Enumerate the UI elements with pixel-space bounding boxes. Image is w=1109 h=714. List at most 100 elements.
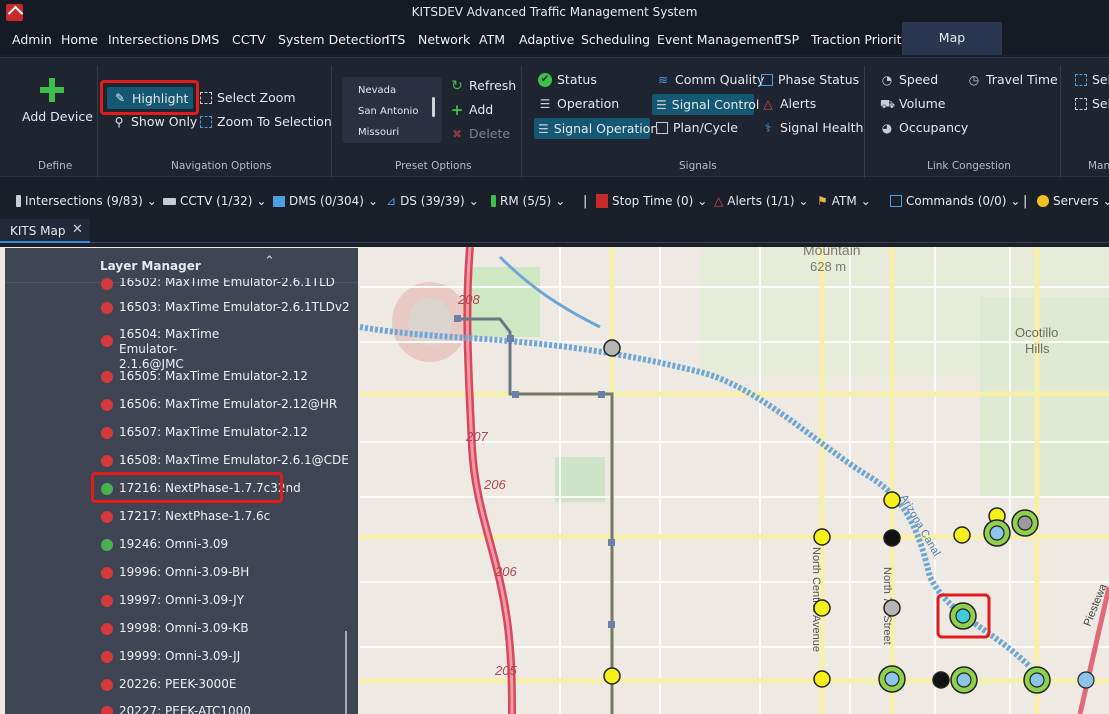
comm-quality-label: Comm Quality: [675, 72, 765, 87]
occupancy-label: Occupancy: [899, 120, 969, 135]
delete-icon: ✖: [451, 126, 463, 141]
volume-button[interactable]: ⛟ Volume: [880, 96, 946, 111]
signal-control-button[interactable]: ☰ Signal Control: [652, 94, 759, 115]
rm-dropdown[interactable]: RM (5/5) ⌄: [491, 194, 565, 208]
commands-label: Commands (0/0): [906, 194, 1007, 208]
intersection-marker[interactable]: [883, 529, 901, 547]
menu-admin[interactable]: Admin: [12, 32, 52, 47]
dms-dropdown[interactable]: DMS (0/304) ⌄: [273, 194, 378, 208]
ds-dropdown[interactable]: ⊿ DS (39/39) ⌄: [386, 194, 479, 208]
zoom-to-selection-button[interactable]: Zoom To Selection: [200, 114, 332, 129]
signal-icon: ☰: [538, 121, 549, 136]
cctv-dropdown[interactable]: CCTV (1/32) ⌄: [163, 194, 266, 208]
menu-intersections[interactable]: Intersections: [108, 32, 189, 47]
toolbar-divider: |: [1023, 194, 1028, 209]
menu-tsp[interactable]: TSP: [776, 32, 799, 47]
menu-cctv[interactable]: CCTV: [232, 32, 266, 47]
refresh-label: Refresh: [469, 78, 517, 93]
list-item[interactable]: 20227: PEEK-ATC1000: [5, 704, 358, 714]
status-button[interactable]: ✔ Status: [538, 72, 597, 87]
signal-health-button[interactable]: ⚕ Signal Health: [761, 120, 864, 135]
commands-dropdown[interactable]: Commands (0/0) ⌄: [890, 194, 1020, 208]
zoom-selection-icon: [200, 115, 212, 128]
plan-cycle-button[interactable]: Plan/Cycle: [656, 120, 738, 135]
intersection-marker[interactable]: [1077, 671, 1095, 689]
intersection-marker[interactable]: [883, 491, 901, 509]
layer-item-label: 16504: MaxTime Emulator-2.1.6@JMC: [119, 327, 220, 371]
manage-group-label: Man: [1088, 160, 1109, 172]
pie-icon: ◕: [881, 120, 893, 135]
menu-map-label: Map: [938, 30, 966, 45]
layer-manager-scrollbar[interactable]: [345, 631, 347, 714]
select-button-1[interactable]: Sel: [1075, 72, 1109, 87]
add-device-button[interactable]: Add Device: [22, 109, 93, 124]
show-only-button[interactable]: ⚲ Show Only: [112, 114, 198, 129]
layer-item-label: 16506: MaxTime Emulator-2.12@HR: [119, 397, 338, 411]
intersection-marker[interactable]: [813, 670, 831, 688]
speed-button[interactable]: ◔ Speed: [880, 72, 938, 87]
refresh-button[interactable]: ↻ Refresh: [450, 78, 516, 93]
intersection-marker[interactable]: [883, 599, 901, 617]
menu-scheduling[interactable]: Scheduling: [581, 32, 650, 47]
preset-group-label: Preset Options: [395, 160, 472, 172]
preset-list[interactable]: Nevada San Antonio Missouri: [342, 77, 442, 143]
operation-button[interactable]: ☰ Operation: [538, 96, 620, 111]
signal-icon: ☰: [656, 97, 667, 112]
signal-operation-label: Signal Operation: [553, 121, 659, 136]
ribbon-divider: [331, 66, 332, 178]
alerts-button[interactable]: △ Alerts: [761, 96, 816, 111]
travel-time-label: Travel Time: [986, 72, 1058, 87]
phase-status-button[interactable]: Phase Status: [761, 72, 859, 87]
menu-adaptive[interactable]: Adaptive: [519, 32, 574, 47]
layer-manager-panel: Layer Manager ⌃ 16502: MaxTime Emulator-…: [5, 248, 358, 714]
preset-scrollbar[interactable]: [432, 97, 435, 117]
preset-item-missouri[interactable]: Missouri: [358, 127, 399, 138]
menu-atm[interactable]: ATM: [479, 32, 505, 47]
intersection-marker[interactable]: [603, 667, 621, 685]
servers-dropdown[interactable]: Servers ⌄: [1037, 194, 1109, 208]
menu-system-detection[interactable]: System Detection: [278, 32, 389, 47]
travel-time-button[interactable]: ◷ Travel Time: [967, 72, 1058, 87]
menu-traction-priority[interactable]: Traction Priority: [811, 32, 909, 47]
add-device-icon: [40, 78, 64, 102]
status-dot: [101, 706, 113, 714]
layer-item-annotation-box: [91, 472, 283, 503]
close-icon[interactable]: ✕: [72, 222, 83, 237]
chevron-down-icon: ⌄: [256, 194, 267, 208]
signal-health-label: Signal Health: [780, 120, 864, 135]
layer-item-label: 20226: PEEK-3000E: [119, 677, 237, 691]
stop-time-dropdown[interactable]: Stop Time (0) ⌄: [596, 194, 707, 208]
occupancy-button[interactable]: ◕ Occupancy: [880, 120, 969, 135]
signal-operation-button[interactable]: ☰ Signal Operation: [534, 118, 658, 139]
menu-event-management[interactable]: Event Management: [657, 32, 779, 47]
intersection-marker[interactable]: [953, 526, 971, 544]
layer-item-label: 19996: Omni-3.09-BH: [119, 565, 250, 579]
delete-preset-button[interactable]: ✖ Delete: [450, 126, 510, 141]
intersection-marker[interactable]: [603, 339, 621, 357]
preset-item-san-antonio[interactable]: San Antonio: [358, 106, 418, 117]
select-label-2: Sel: [1092, 96, 1109, 111]
comm-quality-button[interactable]: ≋ Comm Quality: [656, 72, 764, 87]
preset-item-nevada[interactable]: Nevada: [358, 85, 396, 96]
intersections-dropdown[interactable]: Intersections (9/83) ⌄: [16, 194, 157, 208]
layer-item-label: 16503: MaxTime Emulator-2.6.1TLDv2: [119, 300, 350, 314]
select-button-2[interactable]: Sel: [1075, 96, 1109, 111]
clock-icon: ◷: [968, 72, 980, 87]
chevron-up-icon[interactable]: ⌃: [264, 254, 275, 269]
menu-dms[interactable]: DMS: [191, 32, 219, 47]
intersection-marker[interactable]: [932, 671, 950, 689]
map-label-hwy-207: 207: [465, 429, 488, 444]
tab-kits-map[interactable]: KITS Map ✕: [0, 219, 90, 243]
list-item[interactable]: 16502: MaxTime Emulator-2.6.1TLD: [5, 278, 358, 292]
intersection-marker[interactable]: [813, 599, 831, 617]
menu-its[interactable]: ITS: [386, 32, 405, 47]
menu-home[interactable]: Home: [61, 32, 98, 47]
menu-map[interactable]: Map: [902, 22, 1002, 55]
menu-network[interactable]: Network: [418, 32, 470, 47]
select-zoom-button[interactable]: Select Zoom: [200, 90, 296, 105]
add-preset-button[interactable]: + Add: [450, 102, 494, 117]
layer-item-label: 20227: PEEK-ATC1000: [119, 704, 251, 714]
alerts-dropdown[interactable]: △ Alerts (1/1) ⌄: [714, 194, 809, 208]
intersection-marker[interactable]: [813, 528, 831, 546]
atm-dropdown[interactable]: ⚑ ATM ⌄: [817, 194, 871, 208]
